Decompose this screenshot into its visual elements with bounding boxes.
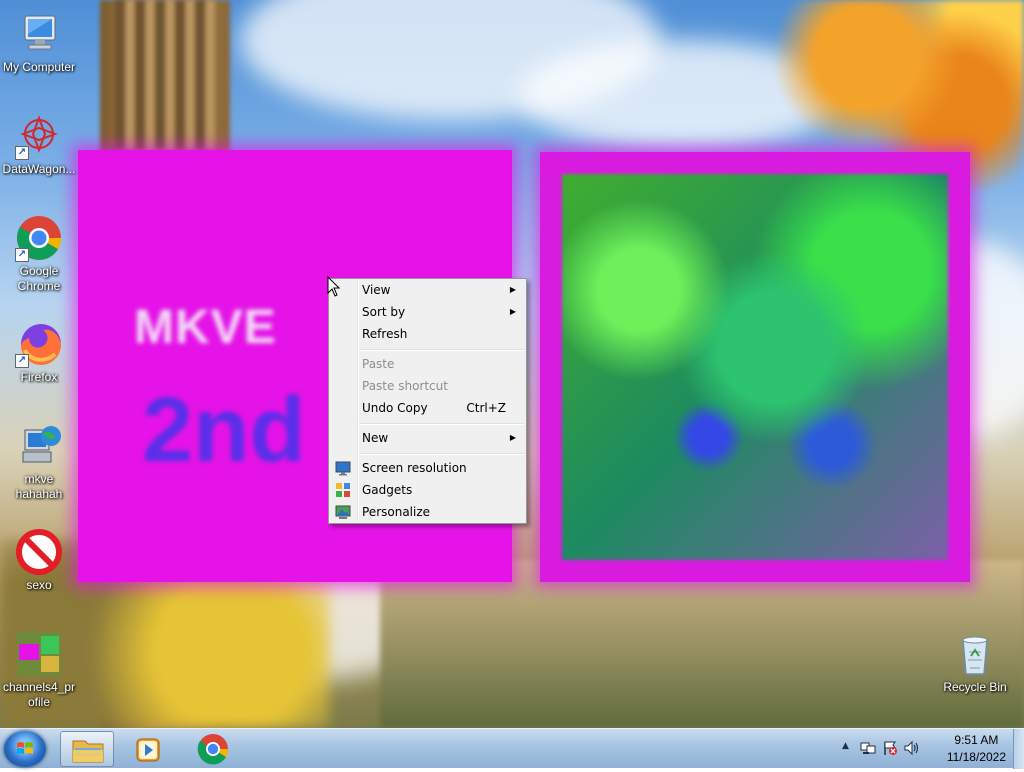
taskbar-file-explorer-button[interactable] bbox=[60, 731, 114, 767]
desktop-icon-label: DataWagon... bbox=[2, 162, 76, 176]
recycle-bin-icon bbox=[951, 630, 999, 678]
submenu-arrow-icon: ▶ bbox=[509, 433, 516, 442]
menu-item-refresh[interactable]: Refresh bbox=[331, 323, 524, 345]
menu-item-label: Screen resolution bbox=[362, 461, 467, 475]
action-center-flag-icon[interactable] bbox=[882, 740, 898, 756]
menu-item-screen-resolution[interactable]: Screen resolution bbox=[331, 457, 524, 479]
menu-separator bbox=[359, 453, 524, 455]
clock-date: 11/18/2022 bbox=[946, 750, 1006, 764]
desktop-icon-mkve[interactable]: mkve hahahah bbox=[0, 422, 78, 502]
display-icon bbox=[335, 460, 351, 476]
gadget-image bbox=[562, 174, 948, 560]
menu-item-view[interactable]: View ▶ bbox=[331, 279, 524, 301]
menu-item-label: New bbox=[362, 431, 389, 445]
menu-item-personalize[interactable]: Personalize bbox=[331, 501, 524, 523]
desktop-icon-label: Recycle Bin bbox=[943, 680, 1007, 694]
shortcut-arrow-icon: ↗ bbox=[15, 354, 29, 368]
file-explorer-icon bbox=[72, 740, 104, 763]
menu-item-sort-by[interactable]: Sort by ▶ bbox=[331, 301, 524, 323]
menu-item-label: Paste shortcut bbox=[362, 379, 448, 393]
desktop-icon-label: Firefox bbox=[20, 370, 58, 384]
submenu-arrow-icon: ▶ bbox=[509, 307, 516, 316]
menu-item-paste-shortcut[interactable]: Paste shortcut bbox=[331, 375, 524, 397]
desktop-context-menu: View ▶ Sort by ▶ Refresh Paste Paste sho… bbox=[328, 278, 527, 524]
media-player-icon bbox=[136, 738, 160, 762]
gadget-text-line2: 2nd bbox=[142, 379, 306, 481]
menu-item-undo-copy[interactable]: Undo Copy Ctrl+Z bbox=[331, 397, 524, 419]
desktop-icon-channels4-profile[interactable]: channels4_profile bbox=[0, 630, 78, 710]
network-icon[interactable] bbox=[860, 740, 876, 756]
desktop-icon-google-chrome[interactable]: ↗ Google Chrome bbox=[0, 214, 78, 294]
menu-item-label: Gadgets bbox=[362, 483, 413, 497]
system-tray: ▲ 9:51 AM 11/18/2022 bbox=[834, 729, 1024, 769]
menu-item-label: Paste bbox=[362, 357, 395, 371]
clock-tower-top bbox=[115, 0, 215, 150]
menu-item-label: Personalize bbox=[362, 505, 431, 519]
menu-item-label: Refresh bbox=[362, 327, 408, 341]
menu-item-gadgets[interactable]: Gadgets bbox=[331, 479, 524, 501]
show-desktop-button[interactable] bbox=[1013, 729, 1024, 769]
desktop-icon-label: Google Chrome bbox=[17, 264, 61, 293]
taskbar-clock[interactable]: 9:51 AM 11/18/2022 bbox=[947, 732, 1006, 766]
shortcut-arrow-icon: ↗ bbox=[15, 146, 29, 160]
start-button[interactable] bbox=[4, 731, 46, 767]
taskbar-media-player-button[interactable] bbox=[122, 731, 176, 767]
slideshow-gadget-right[interactable] bbox=[540, 152, 970, 582]
desktop-icon-recycle-bin[interactable]: Recycle Bin bbox=[936, 630, 1014, 695]
menu-item-label: Sort by bbox=[362, 305, 406, 319]
network-computer-icon bbox=[15, 422, 63, 470]
menu-separator bbox=[359, 349, 524, 351]
desktop-icon-label: mkve hahahah bbox=[15, 472, 63, 501]
menu-item-paste[interactable]: Paste bbox=[331, 353, 524, 375]
taskbar-chrome-button[interactable] bbox=[186, 731, 240, 767]
gadgets-icon bbox=[335, 482, 351, 498]
chrome-icon bbox=[197, 734, 229, 765]
computer-icon bbox=[15, 10, 63, 58]
volume-icon[interactable] bbox=[904, 740, 920, 756]
menu-item-new[interactable]: New ▶ bbox=[331, 427, 524, 449]
show-hidden-icons-icon[interactable]: ▲ bbox=[842, 741, 849, 751]
datawagon-icon: ↗ bbox=[15, 112, 63, 160]
menu-item-label: Undo Copy bbox=[362, 401, 428, 415]
desktop-icon-datawagon[interactable]: ↗ DataWagon... bbox=[0, 112, 78, 177]
submenu-arrow-icon: ▶ bbox=[509, 285, 516, 294]
desktop-icon-label: channels4_profile bbox=[2, 680, 76, 709]
desktop-icon-sexo[interactable]: sexo bbox=[0, 528, 78, 593]
desktop-icon-firefox[interactable]: ↗ Firefox bbox=[0, 320, 78, 385]
firefox-icon: ↗ bbox=[15, 320, 63, 368]
desktop-icon-label: My Computer bbox=[2, 60, 76, 74]
windows-logo-icon bbox=[17, 742, 33, 754]
mouse-cursor-icon bbox=[327, 276, 341, 297]
no-entry-icon bbox=[15, 528, 63, 576]
taskbar: ▲ 9:51 AM 11/18/2022 bbox=[0, 728, 1024, 769]
personalize-icon bbox=[335, 504, 351, 520]
menu-separator bbox=[359, 423, 524, 425]
gadget-text-line1: MKVE bbox=[134, 301, 277, 354]
shortcut-arrow-icon: ↗ bbox=[15, 248, 29, 262]
desktop-icon-my-computer[interactable]: My Computer bbox=[0, 10, 78, 75]
image-thumbnail-icon bbox=[15, 630, 63, 678]
city-wallpaper bbox=[380, 560, 1024, 728]
clock-time: 9:51 AM bbox=[954, 733, 999, 747]
chrome-icon: ↗ bbox=[15, 214, 63, 262]
desktop-icon-label: sexo bbox=[26, 578, 52, 592]
menu-item-label: View bbox=[362, 283, 391, 297]
menu-item-shortcut: Ctrl+Z bbox=[466, 401, 506, 415]
